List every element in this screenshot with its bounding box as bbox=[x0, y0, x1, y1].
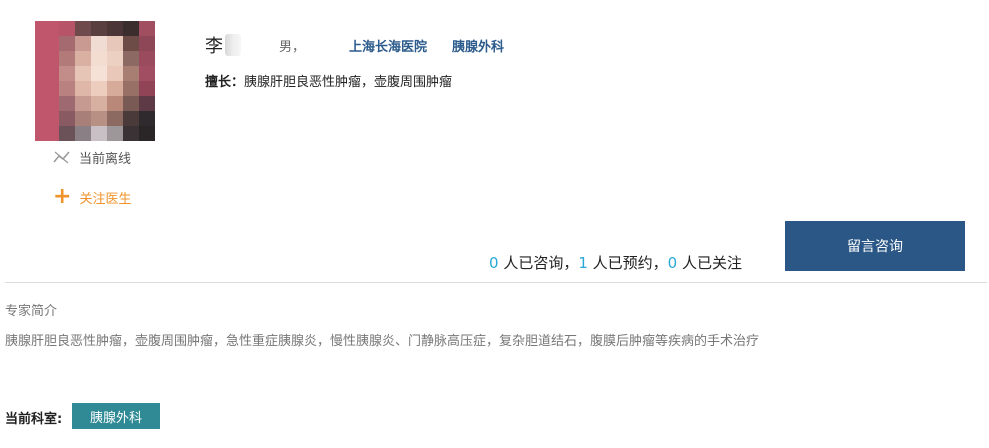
avatar-pixel bbox=[123, 36, 139, 51]
doctor-header: 李 男， 上海长海医院 胰腺外科 bbox=[205, 33, 504, 57]
avatar-pixel bbox=[75, 36, 91, 51]
department-link[interactable]: 胰腺外科 bbox=[452, 36, 504, 55]
follow-doctor-label: 关注医生 bbox=[79, 191, 132, 207]
avatar-pixel bbox=[123, 81, 139, 96]
avatar-pixel bbox=[139, 66, 155, 81]
avatar-pixel bbox=[75, 81, 91, 96]
avatar-pixel bbox=[91, 21, 107, 36]
online-status-text: 当前离线 bbox=[79, 151, 132, 167]
avatar-pixel bbox=[91, 36, 107, 51]
avatar-pixel bbox=[59, 36, 75, 51]
doctor-expertise: 擅长：胰腺肝胆良恶性肿瘤，壶腹周围肿瘤 bbox=[205, 71, 452, 90]
avatar-pixel bbox=[139, 126, 155, 141]
online-status: 当前离线 bbox=[53, 148, 132, 167]
avatar-pixel bbox=[123, 51, 139, 66]
plus-icon: + bbox=[53, 184, 72, 209]
doctor-stats: 0 人已咨询，1 人已预约，0 人已关注 bbox=[489, 252, 742, 273]
avatar-pixel bbox=[123, 96, 139, 111]
expertise-text: 胰腺肝胆良恶性肿瘤，壶腹周围肿瘤 bbox=[244, 75, 453, 90]
avatar-pixel bbox=[59, 81, 75, 96]
doctor-name: 李 bbox=[205, 36, 223, 57]
avatar-pixel bbox=[75, 66, 91, 81]
avatar-pixel bbox=[123, 21, 139, 36]
avatar-pixel bbox=[139, 21, 155, 36]
avatar-pixel bbox=[59, 66, 75, 81]
avatar-pixel bbox=[107, 36, 123, 51]
current-department-label: 当前科室: bbox=[5, 412, 63, 427]
consult-count: 0 bbox=[489, 254, 499, 272]
appointment-count: 1 bbox=[578, 254, 588, 272]
avatar-pixel bbox=[91, 111, 107, 126]
avatar-pixel bbox=[139, 81, 155, 96]
avatar-pixel bbox=[107, 51, 123, 66]
avatar-pixel bbox=[91, 66, 107, 81]
avatar-pixel bbox=[107, 81, 123, 96]
follow-text: 人已关注 bbox=[677, 254, 742, 272]
doctor-avatar bbox=[35, 21, 155, 141]
avatar-pixel bbox=[75, 21, 91, 36]
name-blur-mask bbox=[225, 34, 241, 56]
avatar-pixel bbox=[91, 51, 107, 66]
avatar-pixel bbox=[139, 36, 155, 51]
expertise-label: 擅长： bbox=[205, 75, 245, 90]
avatar-pixel bbox=[75, 51, 91, 66]
avatar-pixel bbox=[91, 96, 107, 111]
avatar-pixel bbox=[107, 21, 123, 36]
consult-text: 人已咨询， bbox=[498, 254, 579, 272]
section-divider bbox=[5, 282, 987, 283]
avatar-pixel bbox=[107, 96, 123, 111]
avatar-pixel bbox=[123, 111, 139, 126]
avatar-pixel bbox=[139, 111, 155, 126]
avatar-pixel bbox=[59, 111, 75, 126]
doctor-gender: 男， bbox=[279, 39, 306, 55]
intro-text: 胰腺肝胆良恶性肿瘤，壶腹周围肿瘤，急性重症胰腺炎，慢性胰腺炎、门静脉高压症，复杂… bbox=[5, 334, 760, 349]
avatar-pixel bbox=[59, 51, 75, 66]
avatar-pixel bbox=[91, 126, 107, 141]
follow-count: 0 bbox=[667, 254, 678, 272]
avatar-pixel bbox=[59, 126, 75, 141]
avatar-pixel bbox=[75, 96, 91, 111]
avatar-pixel bbox=[75, 111, 91, 126]
avatar-pixel bbox=[139, 51, 155, 66]
offline-chart-icon bbox=[53, 151, 70, 164]
avatar-pixel bbox=[139, 96, 155, 111]
avatar-pixel bbox=[107, 111, 123, 126]
avatar-pixel bbox=[107, 126, 123, 141]
hospital-link[interactable]: 上海长海医院 bbox=[349, 36, 427, 55]
avatar-pixel bbox=[91, 81, 107, 96]
avatar-pixel bbox=[59, 96, 75, 111]
intro-title: 专家简介 bbox=[5, 304, 58, 319]
avatar-pixel bbox=[59, 21, 75, 36]
leave-message-button[interactable]: 留言咨询 bbox=[785, 221, 965, 271]
current-department-tag[interactable]: 胰腺外科 bbox=[72, 403, 160, 429]
avatar-pixel bbox=[123, 66, 139, 81]
avatar-pixel bbox=[123, 126, 139, 141]
avatar-pixel bbox=[75, 126, 91, 141]
follow-doctor-button[interactable]: + 关注医生 bbox=[53, 184, 132, 209]
avatar-pixel bbox=[107, 66, 123, 81]
appointment-text: 人已预约， bbox=[587, 254, 668, 272]
